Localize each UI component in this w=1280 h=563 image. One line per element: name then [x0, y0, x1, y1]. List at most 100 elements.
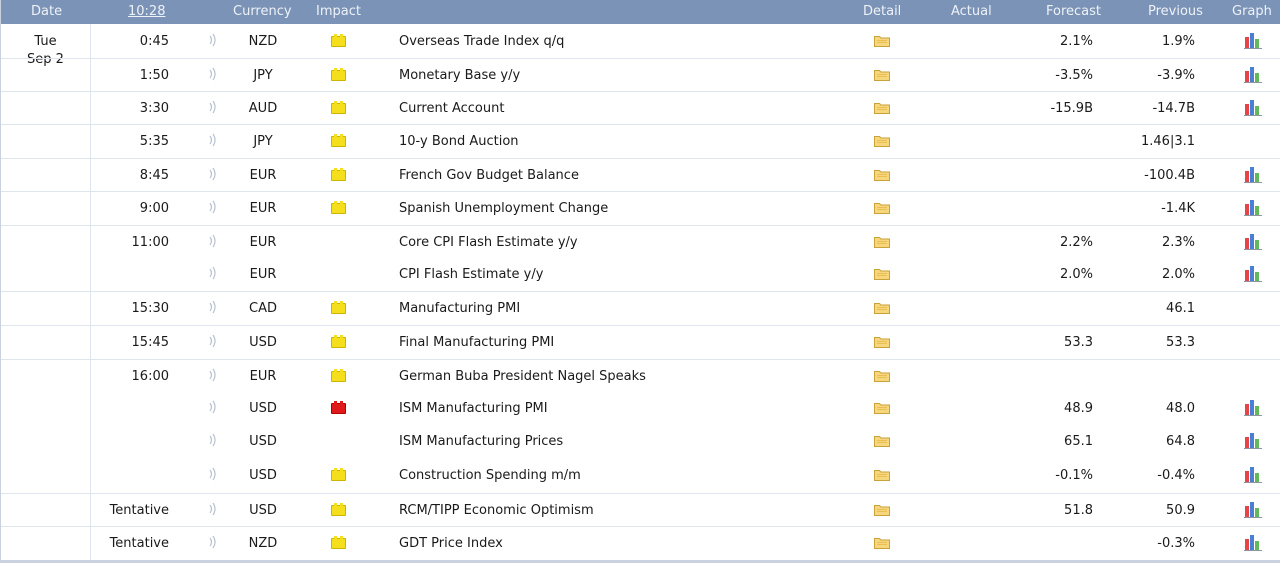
sound-alert-icon[interactable]: [209, 133, 217, 147]
graph-chart-icon[interactable]: [1244, 432, 1262, 449]
economic-calendar: Date 10:28 Currency Impact Detail Actual…: [0, 0, 1280, 563]
event-title[interactable]: Current Account: [399, 101, 504, 116]
event-title[interactable]: RCM/TIPP Economic Optimism: [399, 503, 594, 518]
event-previous: -3.9%: [1157, 68, 1195, 83]
graph-chart-icon[interactable]: [1244, 32, 1262, 49]
detail-folder-icon[interactable]: [874, 69, 890, 81]
event-row[interactable]: Tentative NZD GDT Price Index -0.3%: [1, 526, 1280, 560]
header-forecast: Forecast: [1046, 4, 1102, 19]
event-forecast: 48.9: [1064, 401, 1093, 416]
event-title[interactable]: German Buba President Nagel Speaks: [399, 369, 646, 384]
event-currency: USD: [249, 335, 277, 350]
detail-folder-icon[interactable]: [874, 370, 890, 382]
sound-alert-icon[interactable]: [209, 368, 217, 382]
detail-folder-icon[interactable]: [874, 302, 890, 314]
detail-folder-icon[interactable]: [874, 236, 890, 248]
event-row[interactable]: 15:45 USD Final Manufacturing PMI 53.3 53.3: [1, 325, 1280, 359]
detail-folder-icon[interactable]: [874, 504, 890, 516]
detail-folder-icon[interactable]: [874, 469, 890, 481]
sound-alert-icon[interactable]: [209, 67, 217, 81]
event-currency: NZD: [248, 34, 278, 49]
graph-chart-icon[interactable]: [1244, 66, 1262, 83]
event-previous: 46.1: [1166, 301, 1195, 316]
graph-chart-icon[interactable]: [1244, 466, 1262, 483]
impact-low-icon: [331, 168, 346, 181]
detail-folder-icon[interactable]: [874, 537, 890, 549]
event-row[interactable]: 0:45 NZD Overseas Trade Index q/q 2.1% 1.9%: [1, 25, 1280, 58]
event-row[interactable]: Tentative USD RCM/TIPP Economic Optimism 51…: [1, 493, 1280, 527]
event-previous: 64.8: [1166, 434, 1195, 449]
event-time: 11:00: [131, 235, 169, 250]
detail-folder-icon[interactable]: [874, 202, 890, 214]
event-row[interactable]: USD ISM Manufacturing PMI 48.9 48.0: [1, 392, 1280, 425]
sound-alert-icon[interactable]: [209, 400, 217, 414]
detail-folder-icon[interactable]: [874, 35, 890, 47]
event-title[interactable]: Construction Spending m/m: [399, 468, 581, 483]
event-time: 15:45: [131, 335, 169, 350]
event-title[interactable]: Overseas Trade Index q/q: [399, 34, 564, 49]
graph-chart-icon[interactable]: [1244, 265, 1262, 282]
event-title[interactable]: Core CPI Flash Estimate y/y: [399, 235, 578, 250]
graph-chart-icon[interactable]: [1244, 99, 1262, 116]
sound-alert-icon[interactable]: [209, 334, 217, 348]
event-row[interactable]: 16:00 EUR German Buba President Nagel Spea…: [1, 359, 1280, 393]
event-previous: 2.3%: [1161, 235, 1195, 250]
graph-chart-icon[interactable]: [1244, 534, 1262, 551]
header-impact: Impact: [316, 4, 361, 19]
event-row[interactable]: 9:00 EUR Spanish Unemployment Change -1.4K: [1, 191, 1280, 225]
impact-low-icon: [331, 34, 346, 47]
sound-alert-icon[interactable]: [209, 167, 217, 181]
event-row[interactable]: EUR CPI Flash Estimate y/y 2.0% 2.0%: [1, 258, 1280, 291]
event-title[interactable]: 10-y Bond Auction: [399, 134, 519, 149]
header-time-link[interactable]: 10:28: [128, 4, 165, 19]
detail-folder-icon[interactable]: [874, 135, 890, 147]
sound-alert-icon[interactable]: [209, 200, 217, 214]
header-currency: Currency: [233, 4, 292, 19]
detail-folder-icon[interactable]: [874, 102, 890, 114]
sound-alert-icon[interactable]: [209, 433, 217, 447]
graph-chart-icon[interactable]: [1244, 399, 1262, 416]
sound-alert-icon[interactable]: [209, 300, 217, 314]
event-row[interactable]: 15:30 CAD Manufacturing PMI 46.1: [1, 291, 1280, 325]
sound-alert-icon[interactable]: [209, 535, 217, 549]
sound-alert-icon[interactable]: [209, 502, 217, 516]
event-currency: JPY: [253, 134, 273, 149]
event-title[interactable]: GDT Price Index: [399, 536, 503, 551]
graph-chart-icon[interactable]: [1244, 199, 1262, 216]
impact-low-icon: [331, 68, 346, 81]
detail-folder-icon[interactable]: [874, 268, 890, 280]
sound-alert-icon[interactable]: [209, 266, 217, 280]
detail-folder-icon[interactable]: [874, 336, 890, 348]
sound-alert-icon[interactable]: [209, 467, 217, 481]
detail-folder-icon[interactable]: [874, 402, 890, 414]
sound-alert-icon[interactable]: [209, 33, 217, 47]
event-title[interactable]: Final Manufacturing PMI: [399, 335, 554, 350]
event-title[interactable]: Monetary Base y/y: [399, 68, 520, 83]
event-title[interactable]: ISM Manufacturing Prices: [399, 434, 563, 449]
event-row[interactable]: 8:45 EUR French Gov Budget Balance -100.4B: [1, 158, 1280, 192]
graph-chart-icon[interactable]: [1244, 166, 1262, 183]
sound-alert-icon[interactable]: [209, 100, 217, 114]
event-row[interactable]: 3:30 AUD Current Account -15.9B -14.7B: [1, 91, 1280, 125]
event-previous: -100.4B: [1144, 168, 1195, 183]
sound-alert-icon[interactable]: [209, 234, 217, 248]
event-time: 9:00: [139, 201, 169, 216]
event-title[interactable]: CPI Flash Estimate y/y: [399, 267, 543, 282]
event-title[interactable]: Spanish Unemployment Change: [399, 201, 608, 216]
graph-chart-icon[interactable]: [1244, 501, 1262, 518]
event-row[interactable]: USD Construction Spending m/m -0.1% -0.4%: [1, 459, 1280, 492]
detail-folder-icon[interactable]: [874, 169, 890, 181]
event-title[interactable]: French Gov Budget Balance: [399, 168, 579, 183]
event-row[interactable]: 1:50 JPY Monetary Base y/y -3.5% -3.9%: [1, 58, 1280, 92]
detail-folder-icon[interactable]: [874, 435, 890, 447]
event-time: 15:30: [131, 301, 169, 316]
event-title[interactable]: ISM Manufacturing PMI: [399, 401, 548, 416]
event-previous: 48.0: [1166, 401, 1195, 416]
event-row[interactable]: 11:00 EUR Core CPI Flash Estimate y/y 2.2% 2…: [1, 225, 1280, 259]
event-row[interactable]: 5:35 JPY 10-y Bond Auction 1.46|3.1: [1, 124, 1280, 158]
event-title[interactable]: Manufacturing PMI: [399, 301, 520, 316]
event-currency: JPY: [253, 68, 273, 83]
graph-chart-icon[interactable]: [1244, 233, 1262, 250]
event-row[interactable]: USD ISM Manufacturing Prices 65.1 64.8: [1, 425, 1280, 458]
header-actual: Actual: [951, 4, 992, 19]
